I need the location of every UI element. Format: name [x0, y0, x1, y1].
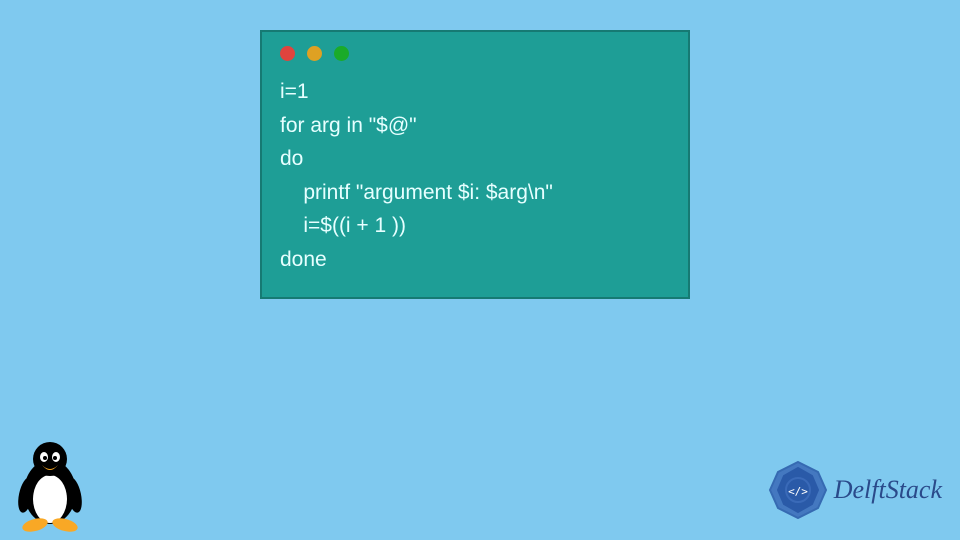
- delftstack-mandala-icon: </>: [768, 460, 828, 520]
- maximize-icon[interactable]: [334, 46, 349, 61]
- terminal-window: i=1 for arg in "$@" do printf "argument …: [260, 30, 690, 299]
- svg-text:</>: </>: [788, 485, 808, 498]
- window-controls: [280, 46, 670, 61]
- close-icon[interactable]: [280, 46, 295, 61]
- code-line: do: [280, 147, 303, 170]
- code-line: done: [280, 248, 327, 271]
- brand-name: DelftStack: [834, 475, 942, 505]
- code-line: i=$((i + 1 )): [280, 214, 406, 237]
- minimize-icon[interactable]: [307, 46, 322, 61]
- code-line: printf "argument $i: $arg\n": [280, 181, 553, 204]
- code-line: for arg in "$@": [280, 114, 417, 137]
- tux-penguin-icon: [10, 437, 90, 532]
- brand-logo: </> DelftStack: [768, 460, 942, 520]
- code-block: i=1 for arg in "$@" do printf "argument …: [280, 75, 670, 277]
- code-line: i=1: [280, 80, 309, 103]
